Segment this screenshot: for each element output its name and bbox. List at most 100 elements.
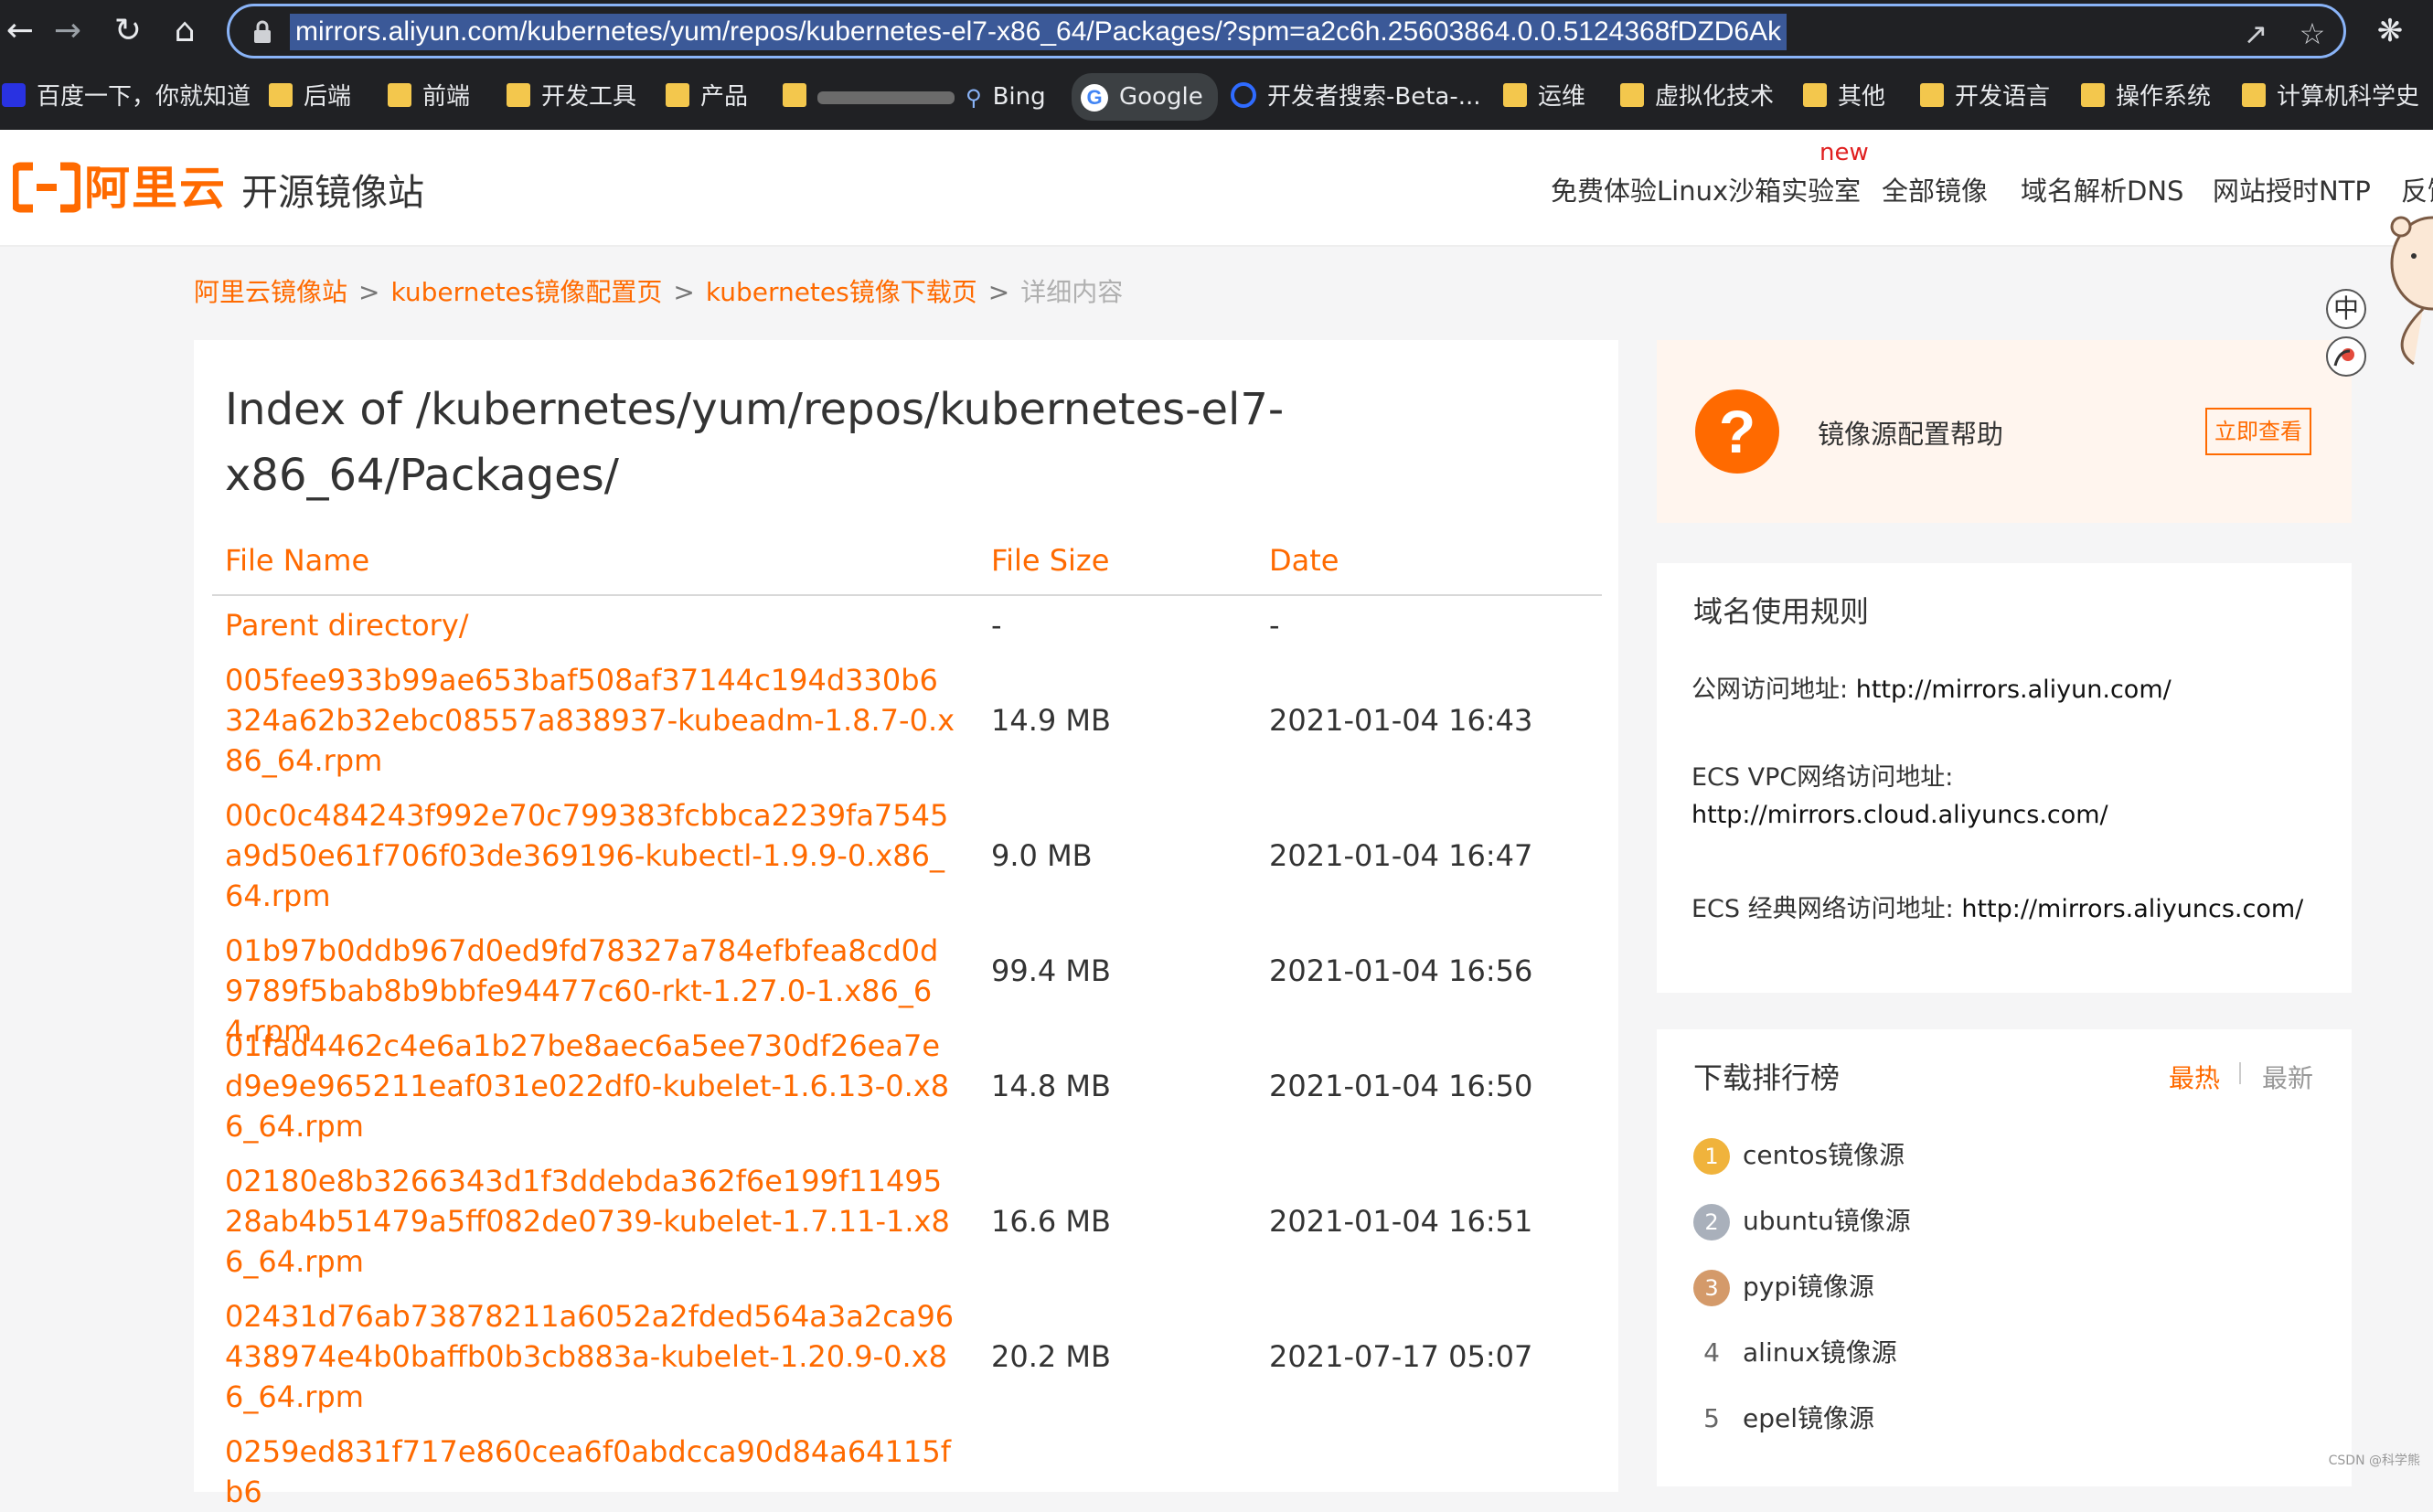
back-icon[interactable]: ← — [0, 11, 40, 51]
site-title[interactable]: 开源镜像站 — [241, 163, 424, 216]
bookmark-label: Bing — [992, 83, 1046, 111]
folder-icon — [2242, 82, 2266, 107]
bronze-medal-icon: 3 — [1693, 1270, 1730, 1306]
ranking-number: 5 — [1703, 1403, 1720, 1433]
file-size: 14.8 MB — [991, 1069, 1111, 1103]
new-badge: new — [1819, 139, 1869, 166]
column-header-size[interactable]: File Size — [991, 543, 1109, 578]
bookmark-label: 开发者搜索-Beta-... — [1267, 83, 1481, 111]
reload-icon[interactable]: ↻ — [108, 11, 148, 51]
breadcrumb-config-page[interactable]: kubernetes镜像配置页 — [390, 277, 662, 307]
folder-icon — [783, 82, 806, 107]
url-text[interactable]: mirrors.aliyun.com/kubernetes/yum/repos/… — [290, 14, 1787, 50]
bookmark-label: 计算机科学史 — [2277, 83, 2420, 111]
vpc-address-label: ECS VPC网络访问地址: — [1691, 763, 1954, 792]
forward-icon[interactable]: → — [48, 11, 88, 51]
bookmark-devsearch[interactable]: 开发者搜索-Beta-... — [1231, 79, 1481, 115]
vpc-address-url[interactable]: http://mirrors.cloud.aliyuncs.com/ — [1691, 801, 2108, 829]
aliyun-logo-icon[interactable] — [13, 157, 80, 218]
tab-hottest[interactable]: 最热 — [2169, 1059, 2220, 1095]
star-icon[interactable]: ☆ — [2294, 16, 2331, 52]
address-bar[interactable]: mirrors.aliyun.com/kubernetes/yum/repos/… — [227, 4, 2346, 59]
tab-divider — [2239, 1062, 2241, 1084]
bookmark-folder-ops[interactable]: 运维 — [1503, 79, 1585, 115]
public-address-url[interactable]: http://mirrors.aliyun.com/ — [1856, 676, 2172, 704]
file-link[interactable]: 00c0c484243f992e70c799383fcbbca2239fa754… — [225, 795, 956, 916]
bookmark-label: 操作系统 — [2116, 83, 2212, 111]
public-address: 公网访问地址: http://mirrors.aliyun.com/ — [1691, 669, 2172, 705]
ranking-item-label: epel镜像源 — [1743, 1403, 1875, 1433]
bookmark-label: 运维 — [1538, 83, 1586, 111]
lock-icon[interactable] — [251, 19, 273, 45]
home-icon[interactable]: ⌂ — [165, 11, 205, 51]
download-ranking-card: 下载排行榜 最热 最新 1 centos镜像源 2 ubuntu镜像源 3 pypi镜… — [1657, 1029, 2352, 1486]
search-icon: ⚲ — [966, 84, 982, 111]
devsearch-icon — [1231, 81, 1256, 108]
header-divider — [212, 594, 1602, 596]
column-header-date[interactable]: Date — [1269, 543, 1339, 578]
squirrel-icon[interactable] — [2326, 336, 2366, 377]
file-link[interactable]: 0259ed831f717e860cea6f0abdcca90d84a64115… — [225, 1432, 956, 1512]
view-now-button[interactable]: 立即查看 — [2205, 408, 2311, 455]
folder-icon — [1920, 82, 1944, 107]
ranking-item-label: centos镜像源 — [1743, 1140, 1905, 1170]
bookmark-folder-other[interactable]: 其他 — [1803, 79, 1885, 115]
classic-address-url[interactable]: http://mirrors.aliyuncs.com/ — [1961, 895, 2303, 923]
bookmark-folder-backend[interactable]: 后端 — [269, 79, 351, 115]
ranking-item-centos[interactable]: 1 centos镜像源 — [1693, 1135, 1905, 1177]
breadcrumb-separator: > — [358, 277, 380, 307]
file-link[interactable]: 01fad4462c4e6a1b27be8aec6a5ee730df26ea7e… — [225, 1026, 956, 1146]
question-icon: ? — [1695, 389, 1779, 474]
browser-toolbar: ← → ↻ ⌂ mirrors.aliyun.com/kubernetes/yu… — [0, 0, 2433, 62]
breadcrumb-home[interactable]: 阿里云镜像站 — [194, 277, 347, 307]
bookmark-folder-virtualization[interactable]: 虚拟化技术 — [1620, 79, 1774, 115]
ranking-item-ubuntu[interactable]: 2 ubuntu镜像源 — [1693, 1201, 1911, 1243]
bookmark-label: 开发工具 — [541, 83, 637, 111]
bookmarks-bar: 百度一下，你就知道 后端 前端 开发工具 产品 ⚲ Bing G Google 开发… — [0, 62, 2433, 130]
bookmark-folder-redacted[interactable] — [783, 79, 955, 115]
bookmark-folder-frontend[interactable]: 前端 — [388, 79, 470, 115]
chinese-toggle-icon[interactable]: 中 — [2326, 289, 2366, 329]
folder-icon — [507, 82, 530, 107]
bookmark-folder-devtools[interactable]: 开发工具 — [507, 79, 636, 115]
gold-medal-icon: 1 — [1693, 1138, 1730, 1175]
breadcrumb-download-page[interactable]: kubernetes镜像下载页 — [706, 277, 977, 307]
ranking-item-epel[interactable]: 5 epel镜像源 — [1693, 1399, 1874, 1441]
breadcrumb-separator: > — [673, 277, 695, 307]
bookmark-folder-languages[interactable]: 开发语言 — [1920, 79, 2050, 115]
file-size: 20.2 MB — [991, 1339, 1111, 1374]
public-address-label: 公网访问地址: — [1691, 676, 1849, 704]
file-link-parent[interactable]: Parent directory/ — [225, 605, 956, 645]
folder-icon — [1503, 82, 1527, 107]
bookmark-google[interactable]: G Google — [1072, 73, 1218, 121]
vpc-url-text[interactable]: http://mirrors.cloud.aliyuncs.com/ — [1691, 801, 2108, 829]
bookmark-label: 产品 — [700, 83, 749, 111]
file-link[interactable]: 02180e8b3266343d1f3ddebda362f6e199f11495… — [225, 1161, 956, 1282]
nav-dns[interactable]: 域名解析DNS — [2021, 170, 2183, 208]
bookmark-folder-product[interactable]: 产品 — [666, 79, 748, 115]
nav-sandbox-lab[interactable]: 免费体验Linux沙箱实验室 — [1551, 170, 1861, 208]
file-link[interactable]: 02431d76ab73878211a6052a2fded564a3a2ca96… — [225, 1296, 956, 1417]
bookmark-label: 前端 — [422, 83, 471, 111]
tab-newest[interactable]: 最新 — [2262, 1059, 2313, 1095]
nav-all-mirrors[interactable]: 全部镜像 — [1882, 170, 1988, 208]
bookmark-folder-os[interactable]: 操作系统 — [2081, 79, 2211, 115]
ranking-item-alinux[interactable]: 4 alinux镜像源 — [1693, 1333, 1897, 1375]
google-icon: G — [1081, 83, 1108, 112]
folder-icon — [1620, 82, 1644, 107]
ranking-item-pypi[interactable]: 3 pypi镜像源 — [1693, 1267, 1874, 1309]
folder-icon — [269, 82, 293, 107]
bookmark-baidu[interactable]: 百度一下，你就知道 — [2, 79, 251, 115]
page-title: Index of /kubernetes/yum/repos/kubernete… — [225, 384, 1285, 501]
column-header-name[interactable]: File Name — [225, 543, 369, 578]
bookmark-bing[interactable]: ⚲ Bing — [966, 79, 1046, 115]
logo-text[interactable]: 阿里云 — [84, 152, 227, 218]
share-icon[interactable]: ↗ — [2237, 16, 2274, 52]
breadcrumb-separator: > — [987, 277, 1010, 307]
file-date: 2021-01-04 16:50 — [1269, 1069, 1533, 1103]
bookmark-folder-cs-history[interactable]: 计算机科学史 — [2242, 79, 2419, 115]
extensions-icon[interactable]: ❋ — [2370, 11, 2410, 51]
file-link[interactable]: 005fee933b99ae653baf508af37144c194d330b6… — [225, 660, 956, 781]
mascot-bear-icon — [2390, 216, 2433, 366]
nav-ntp[interactable]: 网站授时NTP — [2213, 170, 2371, 208]
